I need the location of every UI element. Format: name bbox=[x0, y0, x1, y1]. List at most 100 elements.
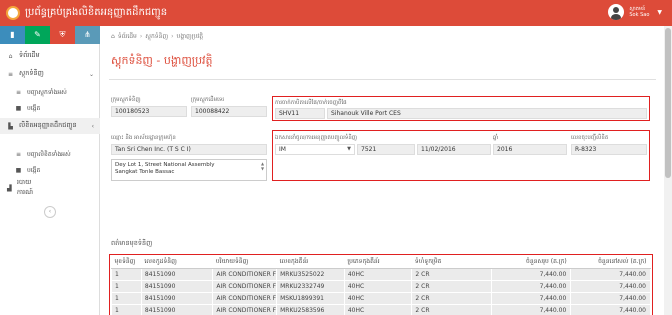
table-cell: MRKU2332749 bbox=[276, 279, 345, 293]
table-cell: 84151090 bbox=[140, 303, 214, 315]
table-cell: AIR CONDITIONER F bbox=[212, 267, 278, 281]
table-cell: AIR CONDITIONER F bbox=[212, 291, 278, 305]
year-label: ឆ្នាំ bbox=[493, 135, 499, 141]
sidebar-item-label: បង្កើត bbox=[27, 104, 41, 112]
breadcrumb-stock[interactable]: ស្តុកទំនិញ bbox=[145, 32, 168, 41]
logo-icon bbox=[6, 5, 20, 20]
pencil-icon[interactable]: ✎ bbox=[25, 26, 50, 44]
table-cell: 40HC bbox=[343, 291, 413, 305]
column-header: លេខកូដទំនិញ bbox=[141, 256, 213, 269]
column-header: លេខកុងតឺន័រ bbox=[276, 256, 345, 269]
table-cell: 7,440.00 bbox=[570, 267, 651, 281]
ref-field: 100088422 bbox=[191, 106, 267, 117]
table-cell: 40HC bbox=[343, 279, 413, 293]
textarea-scroll-icon[interactable]: ▲ ▼ bbox=[260, 161, 265, 171]
sidebar-collapse-button[interactable]: ‹ bbox=[44, 206, 56, 218]
column-header: ចំនួនសរុប (គ.ក្រ) bbox=[491, 256, 571, 269]
list-icon: ≡ bbox=[15, 150, 22, 158]
share-icon[interactable]: ⋔ bbox=[75, 26, 100, 44]
table-cell: 40HC bbox=[343, 303, 413, 315]
table-cell: 2 CR bbox=[411, 267, 492, 281]
doc-type-select[interactable]: IM ▼ bbox=[275, 144, 355, 155]
user-avatar-icon bbox=[608, 4, 625, 20]
column-header: ចំនួននៅសល់ (គ.ក្រ) bbox=[570, 256, 651, 269]
user-info: ស្វាគមន៍ Sok Sao bbox=[629, 6, 649, 18]
sidebar-item-create-permit[interactable]: ■ បង្កើត bbox=[0, 162, 100, 178]
chart-icon[interactable]: ▮ bbox=[0, 26, 25, 44]
file-icon: ■ bbox=[15, 166, 22, 174]
chevron-left-icon: ‹ bbox=[91, 122, 94, 130]
address-textarea[interactable]: Dey Lot 1, Street National Assembly Sang… bbox=[111, 159, 267, 181]
address-line: Sangkat Tonle Bassac bbox=[115, 169, 175, 175]
table-cell: 1 bbox=[111, 279, 142, 293]
home-icon: ⌂ bbox=[8, 52, 13, 60]
list-icon: ≡ bbox=[15, 88, 22, 96]
table-cell: AIR CONDITIONER F bbox=[212, 279, 278, 293]
breadcrumb-separator: › bbox=[171, 33, 174, 40]
column-header: ទំហំទូកម្រិត bbox=[411, 256, 492, 269]
chevron-down-icon: ⌄ bbox=[88, 70, 94, 78]
table-cell: 7,440.00 bbox=[490, 303, 572, 315]
table-cell: 2 CR bbox=[411, 279, 492, 293]
list-icon: ≡ bbox=[7, 70, 14, 78]
breadcrumb-current: បង្ហាញប្រវត្តិ bbox=[176, 33, 204, 40]
reg-field: R-8323 bbox=[571, 144, 647, 155]
scrollbar-thumb[interactable] bbox=[665, 28, 671, 178]
sidebar-item-create-stock[interactable]: ■ បង្កើត bbox=[0, 100, 100, 116]
sidebar-item-all-permits[interactable]: ≡ បញ្ជាលិខិតទាំងអស់ bbox=[0, 146, 100, 162]
top-navbar: ប្រព័ន្ធគ្រប់គ្រងលិខិតអនុញ្ញាតដឹកជញ្ជូន … bbox=[0, 0, 672, 26]
breadcrumb: ⌂ ទំព័រដើម › ស្តុកទំនិញ › បង្ហាញប្រវត្តិ bbox=[111, 32, 203, 41]
sidebar-item-label: បញ្ជាស្តុកទាំងអស់ bbox=[27, 88, 67, 96]
shield-icon[interactable]: ⛨ bbox=[50, 26, 75, 44]
port-name-field: Sihanouk Ville Port CES bbox=[327, 108, 647, 119]
items-table: មុខទំនិញ លេខកូដទំនិញ បរិយាយទំនិញ លេខកុងត… bbox=[111, 256, 651, 315]
breadcrumb-separator: › bbox=[139, 33, 143, 40]
port-label: ការចាក់កាបិតាលើផែ/ចាក់ចេញពីផែ bbox=[275, 100, 347, 106]
table-cell: 7,440.00 bbox=[570, 279, 651, 293]
table-cell: 7,440.00 bbox=[490, 267, 572, 281]
ref-label: ក្រុមស្តុកដើមទេរ bbox=[191, 97, 225, 103]
column-header: ប្រភេទកុងតឺន័រ bbox=[344, 256, 412, 269]
sidebar-item-label: របាយការណ៍ bbox=[16, 178, 33, 196]
sidebar-item-permits[interactable]: ▙ លិខិតអនុញ្ញាតដឹកជញ្ជូន ‹ bbox=[0, 118, 100, 134]
table-cell: MSKU1899391 bbox=[276, 291, 345, 305]
truck-icon: ▙ bbox=[8, 122, 13, 130]
company-label: ឈ្មោះ និង អាស័យដ្ឋានក្រុមហ៊ុន bbox=[111, 135, 176, 141]
page-title: ស្តុកទំនិញ - បង្ហាញប្រវត្តិ bbox=[111, 54, 213, 67]
sidebar-item-label: ទំព័រដើម bbox=[19, 51, 40, 59]
column-header: មុខទំនិញ bbox=[111, 256, 142, 269]
brand[interactable]: ប្រព័ន្ធគ្រប់គ្រងលិខិតអនុញ្ញាតដឹកជញ្ជូន bbox=[6, 5, 167, 20]
table-cell: 7,440.00 bbox=[490, 291, 572, 305]
address-line: Dey Lot 1, Street National Assembly bbox=[115, 162, 215, 168]
caret-down-icon[interactable]: ▼ bbox=[657, 9, 662, 16]
document-label: ឯកសារនាំចូល/ការអនុញ្ញាតបញ្ចូលទំនិញ bbox=[275, 135, 358, 141]
page-scrollbar[interactable] bbox=[664, 26, 672, 315]
table-cell: 1 bbox=[111, 291, 142, 305]
table-cell: 2 CR bbox=[411, 303, 492, 315]
sidebar-item-label: ស្តុកទំនិញ bbox=[19, 69, 44, 77]
sidebar-item-stock[interactable]: ≡ ស្តុកទំនិញ ⌄ bbox=[0, 66, 100, 82]
table-cell: AIR CONDITIONER F bbox=[212, 303, 278, 315]
section-title: ពត៌មានមុខទំនិញ bbox=[111, 239, 153, 247]
sidebar-item-reports[interactable]: ▟ របាយការណ៍ bbox=[0, 178, 40, 196]
sidebar-item-label: បញ្ជាលិខិតទាំងអស់ bbox=[27, 150, 71, 158]
sidebar-item-home[interactable]: ⌂ ទំព័រដើម bbox=[0, 48, 100, 64]
divider bbox=[109, 79, 656, 80]
breadcrumb-home[interactable]: ទំព័រដើម bbox=[118, 32, 137, 41]
company-field: Tan Sri Chen Inc. (T S C I) bbox=[111, 144, 267, 155]
sidebar-item-label: លិខិតអនុញ្ញាតដឹកជញ្ជូន bbox=[19, 121, 77, 129]
table-cell: MRKU2583596 bbox=[276, 303, 345, 315]
reg-label: លេខចុះបញ្ជីលិខិត bbox=[571, 135, 609, 141]
table-cell: 84151090 bbox=[140, 291, 214, 305]
sidebar-toolbar: ▮ ✎ ⛨ ⋔ bbox=[0, 26, 100, 44]
table-cell: 1 bbox=[111, 267, 142, 281]
table-header-row: មុខទំនិញ លេខកូដទំនិញ បរិយាយទំនិញ លេខកុងត… bbox=[111, 256, 651, 269]
doc-date-field: 11/02/2016 bbox=[417, 144, 491, 155]
sidebar-item-all-stock[interactable]: ≡ បញ្ជាស្តុកទាំងអស់ bbox=[0, 84, 100, 100]
table-cell: 1 bbox=[111, 303, 142, 315]
user-menu[interactable]: ស្វាគមន៍ Sok Sao ▼ bbox=[608, 4, 662, 20]
table-cell: 7,440.00 bbox=[570, 303, 651, 315]
year-field: 2016 bbox=[493, 144, 567, 155]
stock-no-label: ក្រុមស្តុកទំនិញ bbox=[111, 97, 141, 103]
doc-type-value: IM bbox=[279, 146, 286, 153]
